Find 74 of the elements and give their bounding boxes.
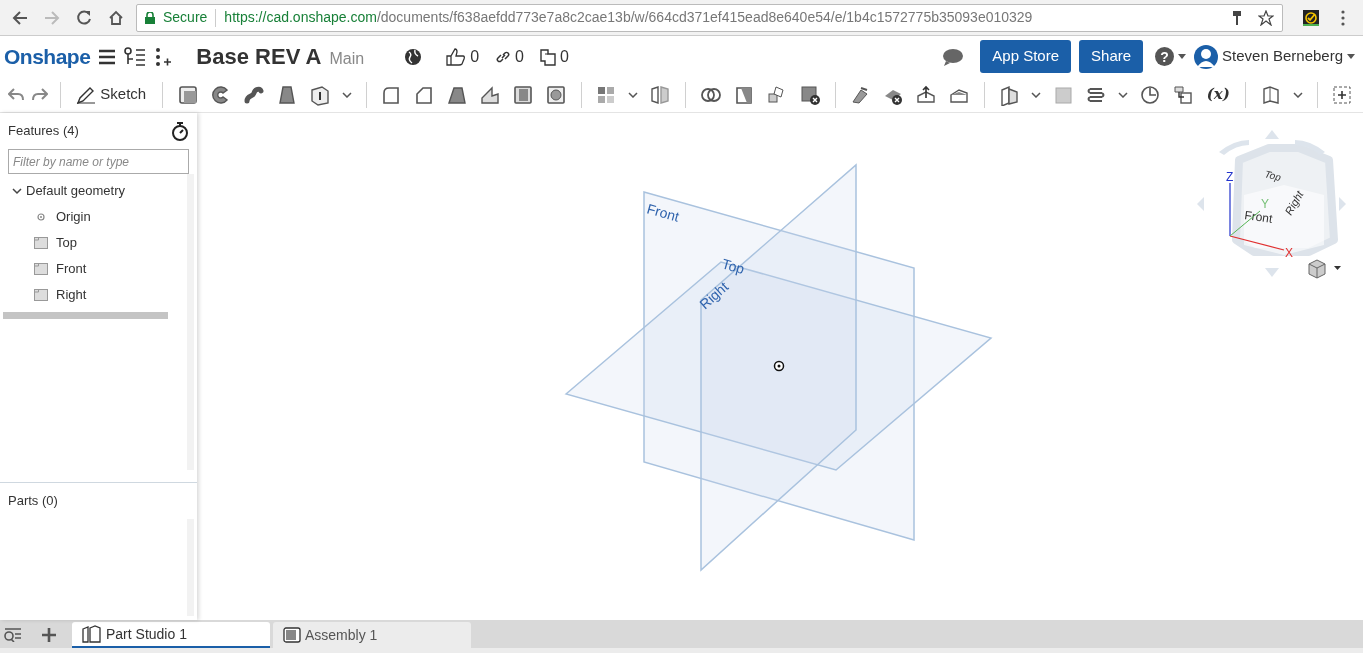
parts-title: Parts (0)	[7, 492, 59, 510]
document-tab[interactable]: Part Studio 1	[72, 622, 270, 648]
caret-icon	[1292, 91, 1303, 98]
menu-icon[interactable]	[98, 49, 117, 66]
assembly-icon	[283, 627, 301, 643]
part-studio-icon	[82, 625, 102, 643]
app-store-button[interactable]: App Store	[980, 40, 1072, 73]
comment-icon[interactable]	[942, 48, 965, 67]
variable-button[interactable]: (x)	[1203, 81, 1234, 108]
copy-count: 0	[560, 46, 569, 67]
caret-icon	[1031, 91, 1042, 98]
mirror-icon	[649, 83, 672, 106]
copy-icon[interactable]	[540, 47, 556, 66]
caret-icon	[341, 91, 352, 98]
cube-face-label: Front	[1243, 208, 1274, 226]
tree-item[interactable]: Origin	[0, 204, 187, 230]
view-mode-icon[interactable]	[1308, 259, 1326, 279]
document-title: Base REV A	[196, 43, 322, 71]
reload-icon[interactable]	[76, 9, 92, 26]
user-menu[interactable]: Steven Berneberg	[1194, 44, 1355, 69]
version-tree-icon[interactable]	[124, 47, 147, 68]
axis-triad	[1229, 182, 1285, 251]
redo-icon	[32, 87, 48, 102]
hole-icon	[544, 83, 567, 106]
lock-icon	[145, 11, 155, 24]
address-bar[interactable]: Secure https://cad.onshape.com/documents/f638aefdd773e7a8c2cae13b/w/664cd371ef415ead8e640e54/e/1b4c1572775b35093e010329	[136, 3, 1283, 32]
pencil-icon	[76, 85, 97, 104]
url-text: https://cad.onshape.com/documents/f638aefdd773e7a8c2cae13b/w/664cd371ef415ead8e640e54/e/1b4c1572775b35093e010329	[224, 8, 1033, 27]
checkmark-icon[interactable]	[1302, 8, 1320, 27]
tree-item[interactable]: Default geometry	[0, 178, 187, 204]
caret-icon	[1347, 54, 1355, 59]
add-icon[interactable]	[42, 628, 56, 642]
add-icon	[1330, 83, 1353, 106]
key-icon[interactable]	[1232, 10, 1242, 25]
filter-field[interactable]: Filter by name or type	[8, 149, 189, 174]
menu-icon[interactable]	[1341, 9, 1345, 26]
features-title: Features (4)	[8, 122, 79, 141]
scrollbar-track[interactable]	[187, 174, 194, 470]
scrollbar[interactable]	[3, 312, 168, 319]
star-icon[interactable]	[1258, 9, 1274, 26]
home-icon[interactable]	[108, 9, 124, 26]
tree-item[interactable]: Right	[0, 282, 187, 308]
filter-list-icon[interactable]	[4, 628, 22, 642]
logo[interactable]: Onshape	[4, 40, 91, 73]
chevron-icon	[12, 187, 22, 195]
caret-icon	[1118, 91, 1129, 98]
secure-label: Secure	[163, 8, 208, 27]
axis-label: Y	[1261, 197, 1269, 211]
axis-label: X	[1285, 246, 1293, 260]
origin-icon	[34, 210, 48, 224]
plane-label: Top	[720, 255, 747, 277]
axis-label: Z	[1226, 170, 1234, 184]
avatar-icon	[1194, 44, 1219, 69]
plane-label: Front	[645, 200, 681, 225]
caret-icon	[1178, 54, 1187, 59]
undo-icon	[8, 87, 24, 102]
view-cube[interactable]	[1232, 144, 1338, 256]
share-button[interactable]: Share	[1079, 40, 1144, 73]
document-tab[interactable]: Assembly 1	[273, 622, 471, 648]
tree-item[interactable]: Top	[0, 230, 187, 256]
caret-icon[interactable]	[1334, 266, 1341, 270]
back-icon[interactable]	[12, 9, 28, 26]
sketch-button[interactable]: Sketch	[72, 82, 151, 107]
stopwatch-icon[interactable]	[171, 121, 189, 141]
caret-icon	[628, 91, 639, 98]
origin-icon[interactable]	[773, 360, 785, 372]
delete-icon	[798, 83, 821, 106]
globe-icon[interactable]	[404, 48, 423, 67]
thumbs-up-icon[interactable]	[446, 47, 467, 66]
workspace-label: Main	[329, 48, 365, 69]
cube-face-label: Top	[1263, 168, 1283, 184]
link-count: 0	[515, 46, 524, 67]
tree-item[interactable]: Front	[0, 256, 187, 282]
like-count: 0	[470, 46, 480, 67]
